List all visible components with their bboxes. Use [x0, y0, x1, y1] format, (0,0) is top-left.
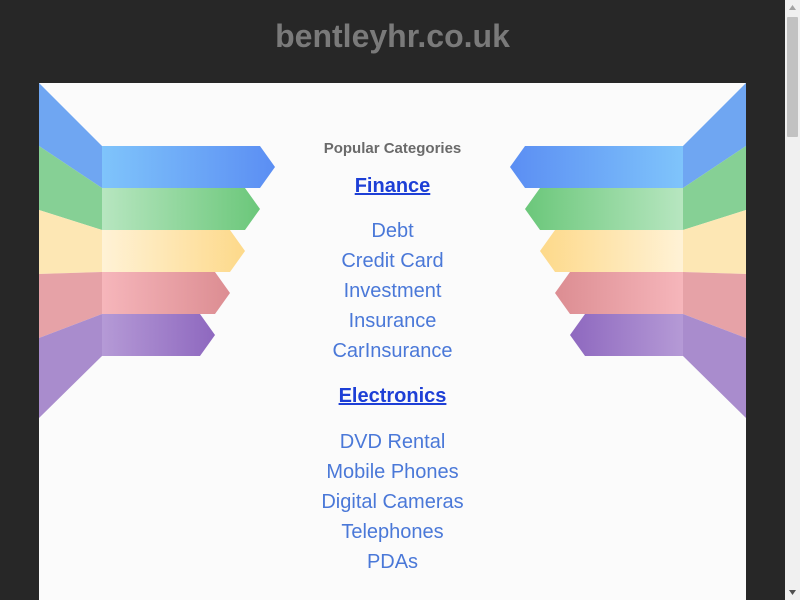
- popular-categories-heading: Popular Categories: [323, 140, 462, 157]
- link-insurance[interactable]: Insurance: [39, 310, 746, 333]
- section-link-finance[interactable]: Finance: [39, 175, 746, 198]
- page: bentleyhr.co.uk Popular Categories Finan…: [0, 0, 800, 600]
- link-mobile-phones[interactable]: Mobile Phones: [39, 461, 746, 484]
- link-dvd-rental[interactable]: DVD Rental: [39, 431, 746, 454]
- scroll-down-arrow-icon[interactable]: [785, 585, 800, 600]
- link-investment[interactable]: Investment: [39, 280, 746, 303]
- link-telephones[interactable]: Telephones: [39, 521, 746, 544]
- scroll-up-arrow-icon[interactable]: [785, 0, 800, 15]
- site-title: bentleyhr.co.uk: [275, 18, 510, 54]
- link-debt[interactable]: Debt: [39, 220, 746, 243]
- vertical-scrollbar[interactable]: [785, 0, 800, 600]
- section-link-electronics[interactable]: Electronics: [39, 385, 746, 408]
- link-carinsurance[interactable]: CarInsurance: [39, 340, 746, 363]
- scrollbar-thumb[interactable]: [787, 17, 798, 137]
- link-pdas[interactable]: PDAs: [39, 551, 746, 574]
- content-panel: Popular Categories Finance Debt Credit C…: [39, 83, 746, 600]
- link-digital-cameras[interactable]: Digital Cameras: [39, 491, 746, 514]
- link-credit-card[interactable]: Credit Card: [39, 250, 746, 273]
